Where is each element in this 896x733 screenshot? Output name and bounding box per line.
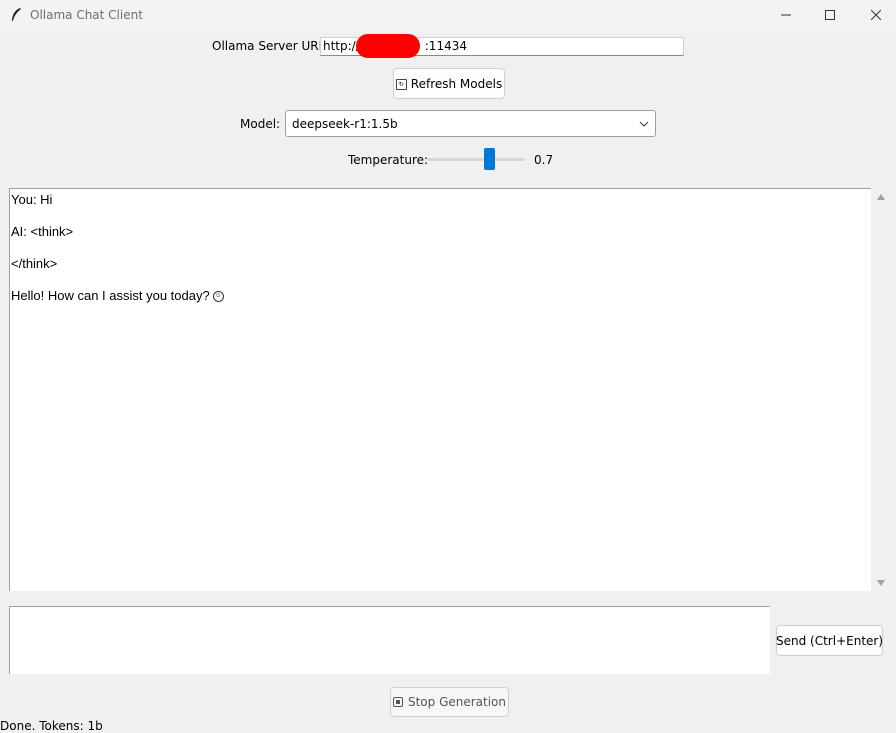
- maximize-button[interactable]: [807, 0, 853, 30]
- message-input[interactable]: [9, 606, 770, 674]
- temperature-value: 0.7: [534, 153, 554, 167]
- model-select[interactable]: deepseek-r1:1.5b: [285, 110, 656, 137]
- chat-line-ai-think-open: AI: <think>: [11, 224, 74, 239]
- chat-history[interactable]: You: Hi AI: <think> </think> Hello! How …: [9, 188, 871, 591]
- maximize-icon: [825, 10, 835, 20]
- refresh-models-label: Refresh Models: [410, 76, 503, 91]
- status-text: Done. Tokens: 1b: [0, 719, 103, 733]
- temperature-label: Temperature:: [348, 153, 429, 167]
- chat-scrollbar[interactable]: [873, 188, 889, 591]
- server-url-prefix: http://: [323, 39, 360, 53]
- window-title: Ollama Chat Client: [30, 8, 143, 22]
- refresh-icon: ↻: [395, 79, 407, 90]
- feather-icon: [12, 8, 21, 21]
- scroll-down-icon[interactable]: [876, 579, 886, 587]
- model-selected-value: deepseek-r1:1.5b: [292, 116, 398, 131]
- stop-icon: [392, 697, 403, 707]
- server-url-suffix: :11434: [424, 39, 467, 53]
- chat-line-ai-reply-text: Hello! How can I assist you today?: [11, 288, 210, 303]
- refresh-models-button[interactable]: ↻ Refresh Models: [393, 68, 505, 99]
- server-url-label: Ollama Server URL:: [212, 39, 330, 53]
- close-button[interactable]: [853, 0, 896, 30]
- stop-generation-label: Stop Generation: [407, 695, 507, 709]
- chat-line-ai-reply: Hello! How can I assist you today? ☺: [11, 288, 224, 303]
- smiley-icon: ☺: [212, 291, 224, 303]
- minimize-icon: [781, 14, 791, 16]
- stop-generation-button[interactable]: Stop Generation: [390, 687, 509, 717]
- close-icon: [871, 10, 881, 20]
- chat-line-user: You: Hi: [11, 192, 53, 207]
- chevron-down-icon: [639, 121, 649, 127]
- model-label: Model:: [240, 117, 281, 131]
- temperature-slider-thumb[interactable]: [484, 148, 495, 170]
- temperature-slider-track[interactable]: [427, 158, 525, 161]
- scroll-up-icon[interactable]: [876, 193, 886, 201]
- send-button[interactable]: Send (Ctrl+Enter): [776, 625, 883, 656]
- redaction-mark: [356, 34, 420, 58]
- minimize-button[interactable]: [763, 0, 809, 30]
- chat-line-think-close: </think>: [11, 256, 58, 271]
